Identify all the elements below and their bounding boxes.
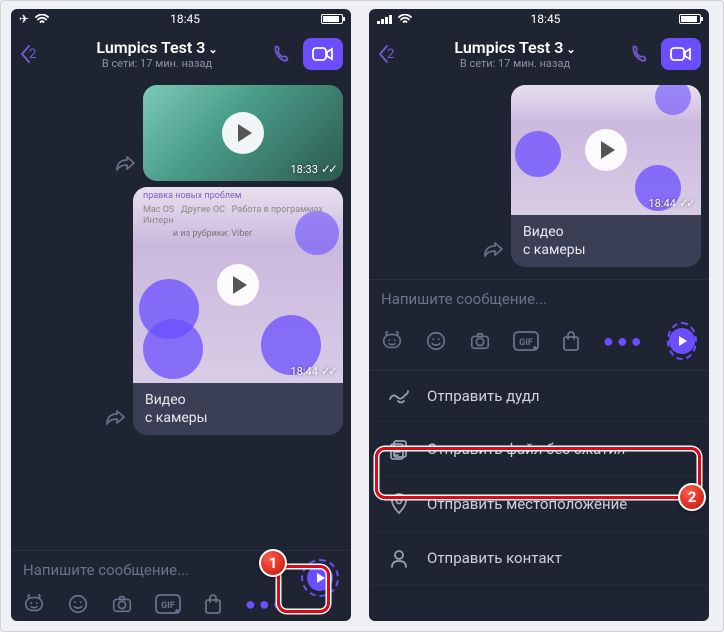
message-video-1[interactable]: 18:33 ✓✓ — [19, 85, 343, 181]
forward-icon[interactable] — [115, 155, 135, 171]
msg-time: 18:44 — [290, 365, 317, 378]
location-icon — [387, 493, 411, 515]
video-call-button[interactable] — [661, 38, 701, 70]
status-bar: 18:45 — [369, 9, 709, 29]
cell-signal-icon — [377, 14, 392, 24]
chat-title: Lumpics Test 3 — [454, 38, 563, 57]
back-count: 2 — [387, 47, 394, 62]
chat-header: 2 Lumpics Test 3⌄ В сети: 17 мин. назад — [369, 29, 709, 79]
emoji-icon[interactable] — [425, 330, 447, 352]
more-options-sheet: Отправить дудл Отправить файл без сжатия… — [369, 370, 709, 585]
video-caption: Видеос камеры — [511, 215, 701, 267]
gif-icon[interactable]: GIF — [155, 594, 181, 614]
play-icon[interactable] — [217, 264, 259, 306]
forward-icon[interactable] — [483, 241, 503, 257]
more-options-button[interactable]: ●●● — [245, 594, 287, 615]
option-label: Отправить дудл — [427, 387, 540, 405]
send-location-option[interactable]: Отправить местоположение — [369, 477, 709, 532]
message-video[interactable]: 18:44 ✓✓ Видеос камеры — [377, 85, 701, 267]
read-ticks-icon: ✓✓ — [321, 364, 335, 378]
message-video-2[interactable]: правка новых проблeм Mac OS Другие ОС Ра… — [19, 187, 343, 435]
contact-icon — [387, 548, 411, 568]
message-input[interactable]: Напишите сообщение... — [23, 561, 339, 579]
camera-icon[interactable] — [469, 330, 491, 352]
gif-icon[interactable]: GIF — [513, 331, 539, 351]
svg-text:GIF: GIF — [161, 601, 175, 611]
chevron-down-icon: ⌄ — [208, 43, 217, 56]
svg-text:GIF: GIF — [519, 338, 533, 348]
send-button[interactable] — [301, 559, 339, 597]
status-time: 18:45 — [170, 12, 200, 26]
step-badge-1: 1 — [259, 549, 287, 577]
read-ticks-icon: ✓✓ — [679, 196, 693, 210]
back-button[interactable]: 2 — [19, 44, 49, 64]
option-label: Отправить файл без сжатия — [427, 440, 625, 458]
option-label: Отправить контакт — [427, 549, 562, 567]
video-call-button[interactable] — [303, 38, 343, 70]
back-button[interactable]: 2 — [377, 44, 407, 64]
chat-subtitle: В сети: 17 мин. назад — [411, 57, 619, 70]
chevron-down-icon: ⌄ — [566, 43, 575, 56]
emoji-icon[interactable] — [67, 593, 89, 615]
more-options-button[interactable]: ●●● — [603, 331, 645, 352]
msg-time: 18:33 — [290, 163, 317, 176]
chat-subtitle: В сети: 17 мин. назад — [53, 57, 261, 70]
wifi-icon — [398, 14, 412, 24]
wifi-icon — [35, 14, 49, 24]
shop-icon[interactable] — [561, 330, 581, 352]
play-icon[interactable] — [585, 129, 627, 171]
msg-time: 18:44 — [648, 197, 675, 210]
shop-icon[interactable] — [203, 593, 223, 615]
chat-area[interactable]: 18:33 ✓✓ правка новых проблeм Mac OS Друг… — [11, 79, 351, 550]
read-ticks-icon: ✓✓ — [321, 162, 335, 176]
send-contact-option[interactable]: Отправить контакт — [369, 532, 709, 585]
chat-title-area[interactable]: Lumpics Test 3⌄ В сети: 17 мин. назад — [53, 38, 261, 70]
video-thumbnail-2[interactable]: правка новых проблeм Mac OS Другие ОС Ра… — [133, 187, 343, 383]
send-file-no-compression-option[interactable]: Отправить файл без сжатия — [369, 422, 709, 477]
battery-icon — [321, 14, 343, 24]
file-icon — [387, 438, 411, 460]
chat-area[interactable]: 18:44 ✓✓ Видеос камеры — [369, 79, 709, 279]
airplane-mode-icon: ✈︎ — [19, 12, 29, 26]
attachment-toolbar: GIF ●●● — [23, 593, 339, 615]
status-time: 18:45 — [531, 12, 561, 26]
input-area: Напишите сообщение... GIF ●●● — [369, 279, 709, 370]
voice-call-button[interactable] — [265, 37, 299, 71]
input-area: Напишите сообщение... GIF ●●● — [11, 550, 351, 621]
video-caption: Видеос камеры — [133, 383, 343, 435]
status-bar: ✈︎ 18:45 — [11, 9, 351, 29]
doodle-icon — [387, 387, 411, 405]
sticker-icon[interactable] — [23, 593, 45, 615]
chat-title-area[interactable]: Lumpics Test 3⌄ В сети: 17 мин. назад — [411, 38, 619, 70]
option-label: Отправить местоположение — [427, 495, 627, 513]
video-thumbnail[interactable]: 18:44 ✓✓ — [511, 85, 701, 215]
phone-screenshot-left: ✈︎ 18:45 2 Lumpics Test 3⌄ В сети: 17 ми… — [11, 9, 351, 621]
video-thumbnail-1[interactable]: 18:33 ✓✓ — [143, 85, 343, 181]
play-icon[interactable] — [222, 112, 264, 154]
phone-screenshot-right: 18:45 2 Lumpics Test 3⌄ В сети: 17 мин. … — [369, 9, 709, 621]
attachment-toolbar: GIF ●●● — [381, 322, 697, 360]
chat-title: Lumpics Test 3 — [96, 38, 205, 57]
message-input[interactable]: Напишите сообщение... — [381, 290, 697, 308]
battery-icon — [679, 14, 701, 24]
send-doodle-option[interactable]: Отправить дудл — [369, 371, 709, 422]
sticker-icon[interactable] — [381, 330, 403, 352]
chat-header: 2 Lumpics Test 3⌄ В сети: 17 мин. назад — [11, 29, 351, 79]
step-badge-2: 2 — [678, 483, 706, 511]
back-count: 2 — [29, 47, 36, 62]
send-button[interactable] — [667, 322, 697, 360]
forward-icon[interactable] — [105, 409, 125, 425]
voice-call-button[interactable] — [623, 37, 657, 71]
camera-icon[interactable] — [111, 593, 133, 615]
